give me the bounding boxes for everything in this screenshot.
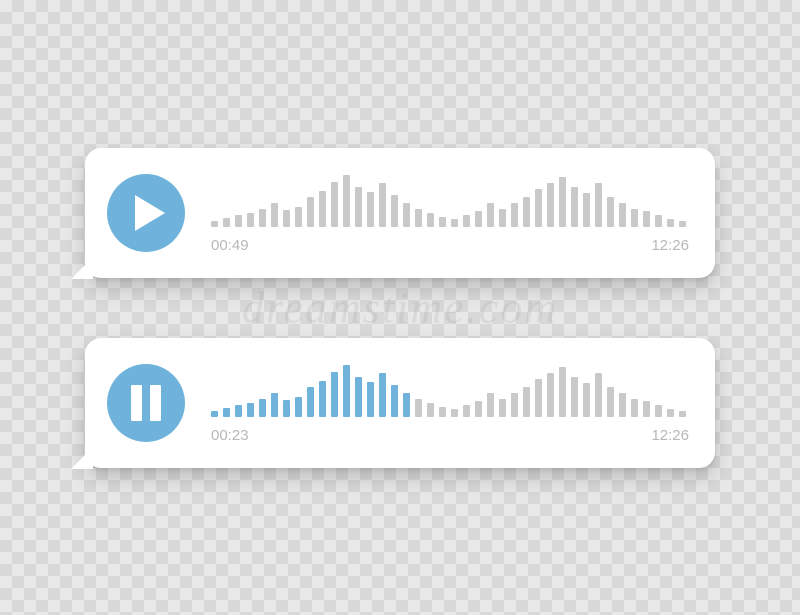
waveform-bar <box>415 399 422 417</box>
waveform-bar <box>679 221 686 227</box>
waveform-bar <box>655 215 662 227</box>
waveform-bar <box>511 393 518 417</box>
waveform-bar <box>331 182 338 227</box>
waveform-bar <box>247 213 254 227</box>
waveform-bar <box>667 219 674 227</box>
waveform-bar <box>439 217 446 227</box>
elapsed-time: 00:23 <box>211 427 249 444</box>
waveform-bar <box>571 377 578 417</box>
voice-message-bubble: 00:23 12:26 <box>85 338 715 468</box>
waveform-bar <box>295 397 302 417</box>
waveform-bar <box>343 365 350 417</box>
waveform-bar <box>559 177 566 227</box>
play-icon <box>135 195 165 231</box>
waveform-bar <box>595 183 602 227</box>
waveform-bar <box>487 393 494 417</box>
waveform-bar <box>271 393 278 417</box>
waveform-bar <box>235 405 242 417</box>
watermark-text: dreamstime.com <box>242 282 558 333</box>
total-time: 12:26 <box>651 427 689 444</box>
waveform-bar <box>619 203 626 227</box>
waveform-bar <box>259 399 266 417</box>
waveform-bar <box>271 203 278 227</box>
waveform-bar <box>211 411 218 417</box>
waveform[interactable] <box>211 361 691 417</box>
time-row: 00:49 12:26 <box>211 237 691 254</box>
waveform-bar <box>571 187 578 227</box>
waveform-bar <box>427 213 434 227</box>
waveform-bar <box>487 203 494 227</box>
voice-message-content: 00:49 12:26 <box>211 171 691 254</box>
waveform-bar <box>295 207 302 227</box>
play-button[interactable] <box>107 174 185 252</box>
waveform-bar <box>331 372 338 417</box>
waveform-bar <box>415 209 422 227</box>
waveform-bar <box>307 197 314 227</box>
waveform-bar <box>511 203 518 227</box>
waveform-bar <box>499 209 506 227</box>
pause-icon <box>131 385 161 421</box>
waveform-bar <box>619 393 626 417</box>
voice-message-bubble: 00:49 12:26 <box>85 148 715 278</box>
waveform-bar <box>367 382 374 417</box>
waveform-bar <box>475 401 482 417</box>
waveform-bar <box>259 209 266 227</box>
waveform-bar <box>655 405 662 417</box>
time-row: 00:23 12:26 <box>211 427 691 444</box>
waveform-bar <box>595 373 602 417</box>
waveform-bar <box>391 195 398 227</box>
waveform-bar <box>235 215 242 227</box>
waveform-bar <box>319 381 326 417</box>
waveform-bar <box>523 197 530 227</box>
total-time: 12:26 <box>651 237 689 254</box>
waveform-bar <box>223 408 230 417</box>
waveform-bar <box>607 197 614 227</box>
waveform-bar <box>307 387 314 417</box>
waveform-bar <box>355 377 362 417</box>
waveform-bar <box>451 219 458 227</box>
waveform-bar <box>643 211 650 227</box>
waveform-bar <box>463 405 470 417</box>
waveform-bar <box>535 189 542 227</box>
voice-message-content: 00:23 12:26 <box>211 361 691 444</box>
waveform-bar <box>583 383 590 417</box>
waveform-bar <box>667 409 674 417</box>
waveform-bar <box>343 175 350 227</box>
waveform-bar <box>631 399 638 417</box>
waveform-bar <box>475 211 482 227</box>
waveform-bar <box>451 409 458 417</box>
waveform-bar <box>427 403 434 417</box>
waveform-bar <box>643 401 650 417</box>
waveform[interactable] <box>211 171 691 227</box>
waveform-bar <box>439 407 446 417</box>
waveform-bar <box>463 215 470 227</box>
waveform-bar <box>367 192 374 227</box>
waveform-bar <box>547 373 554 417</box>
waveform-bar <box>559 367 566 417</box>
waveform-bar <box>223 218 230 227</box>
waveform-bar <box>379 373 386 417</box>
waveform-bar <box>247 403 254 417</box>
waveform-bar <box>211 221 218 227</box>
waveform-bar <box>499 399 506 417</box>
waveform-bar <box>631 209 638 227</box>
waveform-bar <box>379 183 386 227</box>
waveform-bar <box>283 210 290 227</box>
pause-button[interactable] <box>107 364 185 442</box>
waveform-bar <box>319 191 326 227</box>
waveform-bar <box>535 379 542 417</box>
elapsed-time: 00:49 <box>211 237 249 254</box>
waveform-bar <box>679 411 686 417</box>
waveform-bar <box>283 400 290 417</box>
waveform-bar <box>355 187 362 227</box>
waveform-bar <box>607 387 614 417</box>
waveform-bar <box>583 193 590 227</box>
waveform-bar <box>547 183 554 227</box>
waveform-bar <box>403 203 410 227</box>
waveform-bar <box>391 385 398 417</box>
waveform-bar <box>403 393 410 417</box>
waveform-bar <box>523 387 530 417</box>
